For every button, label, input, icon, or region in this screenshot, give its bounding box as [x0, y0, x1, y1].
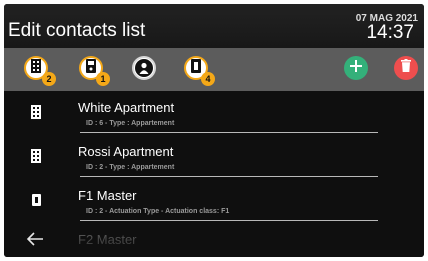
apartment-icon	[30, 149, 42, 168]
contact-row[interactable]: F2 Master	[4, 225, 424, 257]
apartment-icon	[30, 105, 42, 124]
add-contact-button[interactable]	[344, 56, 368, 80]
page-title: Edit contacts list	[8, 20, 146, 41]
row-divider	[80, 132, 378, 133]
contact-row[interactable]: Rossi Apartment ID : 2 - Type : Appartem…	[4, 137, 424, 181]
person-icon	[135, 59, 153, 77]
contact-name: Rossi Apartment	[78, 144, 174, 159]
plus-icon	[350, 59, 362, 77]
contact-name: F2 Master	[78, 232, 137, 247]
row-divider	[80, 176, 378, 177]
actuator-icon	[32, 193, 41, 211]
door-panel-icon	[86, 58, 96, 78]
back-arrow-icon[interactable]	[26, 232, 44, 251]
actuator-icon	[191, 58, 201, 78]
contact-row[interactable]: White Apartment ID : 6 - Type : Appartem…	[4, 93, 424, 137]
filter-apartment-count-badge: 2	[42, 72, 56, 86]
contact-details: ID : 6 - Type : Appartement	[86, 120, 175, 127]
filter-door-panel-count-badge: 1	[96, 72, 110, 86]
contact-row[interactable]: F1 Master ID : 2 - Actuation Type - Actu…	[4, 181, 424, 225]
toolbar: 2 1 4	[4, 48, 424, 91]
edit-contacts-screen: Edit contacts list 07 MAG 2021 14:37 2 1…	[4, 4, 424, 257]
apartment-icon	[30, 58, 42, 78]
contact-name: White Apartment	[78, 100, 175, 115]
title-bar: Edit contacts list 07 MAG 2021 14:37	[4, 4, 424, 48]
contact-details: ID : 2 - Actuation Type - Actuation clas…	[86, 208, 230, 215]
filter-person-button[interactable]	[132, 56, 156, 80]
contact-details: ID : 2 - Type : Appartement	[86, 164, 175, 171]
trash-icon	[401, 59, 411, 77]
contact-name: F1 Master	[78, 188, 137, 203]
clock-label: 14:37	[366, 22, 414, 43]
contacts-list[interactable]: White Apartment ID : 6 - Type : Appartem…	[4, 91, 424, 257]
row-divider	[80, 220, 378, 221]
filter-actuator-count-badge: 4	[201, 72, 215, 86]
delete-contact-button[interactable]	[394, 56, 418, 80]
